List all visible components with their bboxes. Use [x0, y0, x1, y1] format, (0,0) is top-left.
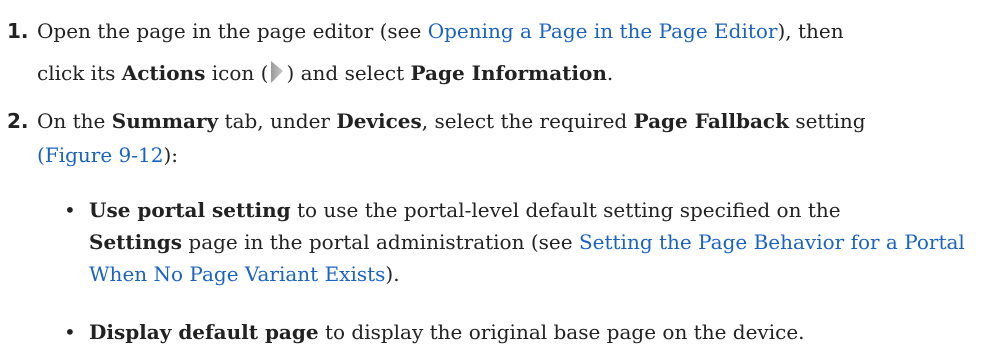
- opening-page-link[interactable]: Opening a Page in the Page Editor: [428, 19, 778, 43]
- step-2-text: On the Summary tab, under Devices, selec…: [37, 109, 866, 167]
- figure-link[interactable]: (Figure 9-12: [37, 143, 163, 167]
- step-number: 2.: [7, 109, 29, 133]
- actions-label: Actions: [121, 61, 206, 85]
- step-1-line-2: click its Actions icon ( ) and select Pa…: [37, 61, 614, 85]
- page-information-label: Page Information: [410, 61, 607, 85]
- step-1-line-1: Open the page in the page editor (see Op…: [37, 19, 844, 43]
- bullet-marker: •: [64, 320, 76, 344]
- actions-triangle-icon: [271, 61, 284, 83]
- step-1: 1. Open the page in the page editor (see…: [0, 14, 1000, 94]
- step-number: 1.: [7, 19, 29, 43]
- bullet-item-display-default-page: Display default page to display the orig…: [89, 320, 805, 344]
- bullet-item-use-portal-setting: Use portal setting to use the portal-lev…: [89, 198, 965, 286]
- bullet-marker: •: [64, 198, 76, 222]
- step-2: 2. On the Summary tab, under Devices, se…: [0, 104, 1000, 174]
